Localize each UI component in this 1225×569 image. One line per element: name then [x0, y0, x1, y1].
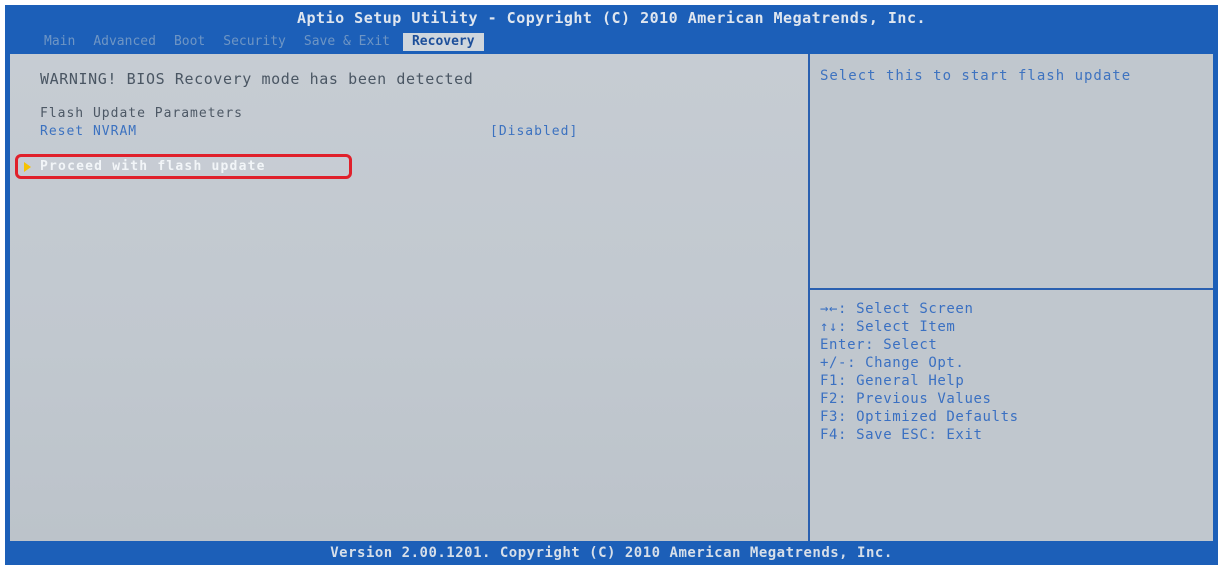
reset-nvram-setting[interactable]: Reset NVRAM [Disabled]: [40, 124, 640, 142]
tab-advanced[interactable]: Advanced: [84, 33, 165, 51]
help-panel: Select this to start flash update →←: Se…: [810, 54, 1213, 541]
submenu-arrow-icon: [24, 161, 31, 172]
tab-security[interactable]: Security: [214, 33, 295, 51]
section-title: Flash Update Parameters: [40, 106, 244, 121]
reset-nvram-value[interactable]: [Disabled]: [490, 124, 578, 139]
tab-recovery[interactable]: Recovery: [402, 33, 484, 51]
content-area: WARNING! BIOS Recovery mode has been det…: [10, 54, 1213, 541]
key-change-opt: +/-: Change Opt.: [820, 355, 965, 371]
key-select-item: ↑↓: Select Item: [820, 319, 956, 335]
tab-save-exit[interactable]: Save & Exit: [295, 33, 399, 51]
window-title: Aptio Setup Utility - Copyright (C) 2010…: [296, 9, 927, 27]
item-help: Select this to start flash update: [810, 54, 1213, 290]
key-optimized-defaults: F3: Optimized Defaults: [820, 409, 1019, 425]
tab-main[interactable]: Main: [35, 33, 84, 51]
reset-nvram-label: Reset NVRAM: [40, 124, 138, 139]
main-panel: WARNING! BIOS Recovery mode has been det…: [10, 54, 810, 541]
key-select-screen: →←: Select Screen: [820, 301, 974, 317]
key-general-help: F1: General Help: [820, 373, 965, 389]
tab-bar: Main Advanced Boot Security Save & Exit …: [35, 31, 484, 51]
version-footer: Version 2.00.1201. Copyright (C) 2010 Am…: [330, 545, 893, 561]
key-previous-values: F2: Previous Values: [820, 391, 992, 407]
item-help-text: Select this to start flash update: [820, 68, 1132, 84]
bios-screen: Aptio Setup Utility - Copyright (C) 2010…: [5, 5, 1218, 565]
key-enter-select: Enter: Select: [820, 337, 938, 353]
tab-boot[interactable]: Boot: [165, 33, 214, 51]
proceed-flash-update-item[interactable]: Proceed with flash update: [15, 154, 352, 179]
proceed-flash-update-label: Proceed with flash update: [40, 159, 266, 174]
key-save-exit: F4: Save ESC: Exit: [820, 427, 983, 443]
recovery-warning: WARNING! BIOS Recovery mode has been det…: [40, 70, 474, 88]
key-legend: →←: Select Screen ↑↓: Select Item Enter:…: [820, 300, 1019, 444]
